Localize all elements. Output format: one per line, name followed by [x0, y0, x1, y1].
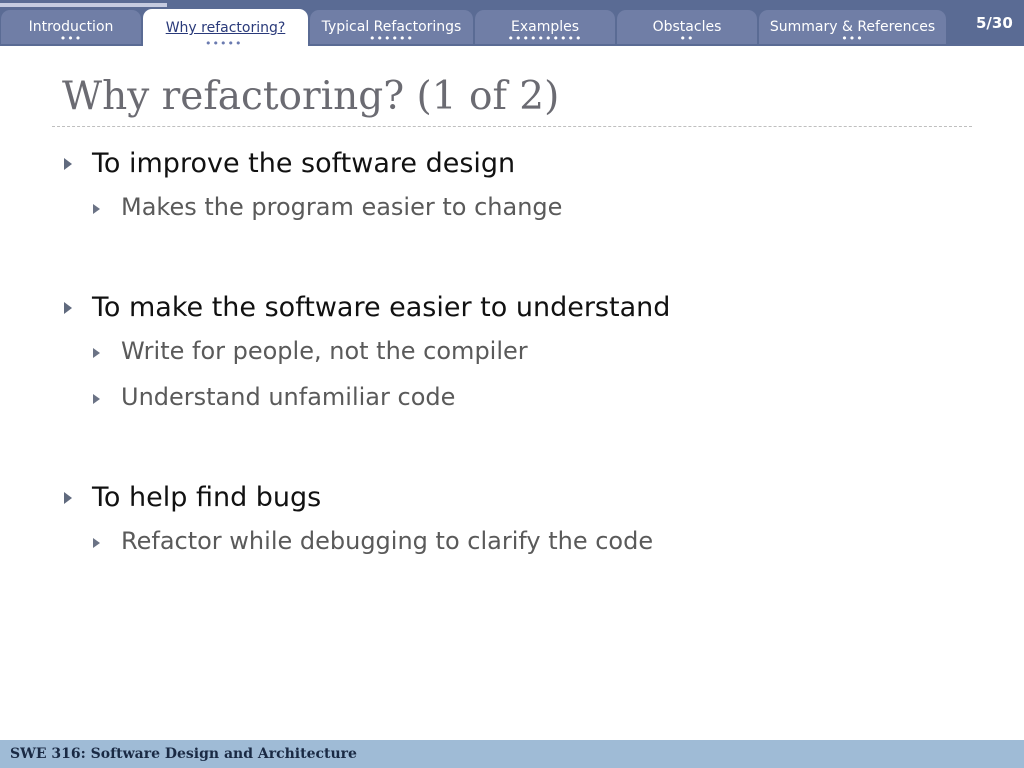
- bullet-arrow-icon: [93, 204, 100, 214]
- sub-bullet-text: Understand unfamiliar code: [121, 383, 456, 411]
- bullet-text: To help find bugs: [92, 482, 322, 513]
- title-divider: [52, 126, 972, 127]
- bullet-arrow-icon: [93, 394, 100, 404]
- page-indicator: 5/30: [976, 14, 1013, 32]
- sub-bullet-item: Write for people, not the compiler: [62, 334, 982, 380]
- sub-bullet-text: Makes the program easier to change: [121, 193, 563, 221]
- sub-bullet-text: Write for people, not the compiler: [121, 337, 528, 365]
- tab-progress-dots[interactable]: ••: [617, 33, 757, 44]
- bullet-item: To help find bugs: [62, 480, 982, 524]
- slide-title: Why refactoring? (1 of 2): [62, 74, 560, 119]
- bullet-item: To make the software easier to understan…: [62, 290, 982, 334]
- tab-label: Why refactoring?: [165, 20, 286, 36]
- sub-bullet-item: Refactor while debugging to clarify the …: [62, 524, 982, 570]
- tab-obstacles[interactable]: Obstacles ••: [617, 10, 757, 44]
- bullet-text: To improve the software design: [92, 148, 516, 179]
- tab-examples[interactable]: Examples ••••••••••: [475, 10, 615, 44]
- bullet-arrow-icon: [64, 302, 72, 314]
- bullet-arrow-icon: [64, 492, 72, 504]
- tab-progress-dots[interactable]: ••••••: [310, 33, 473, 44]
- section-navigation-bar: Introduction ••• Why refactoring? ••••• …: [0, 0, 1024, 49]
- progress-fill: [0, 3, 167, 7]
- bullet-arrow-icon: [64, 158, 72, 170]
- bullet-list: To improve the software design Makes the…: [62, 146, 982, 570]
- bullet-text: To make the software easier to understan…: [92, 292, 671, 323]
- sub-bullet-item: Makes the program easier to change: [62, 190, 982, 236]
- tab-introduction[interactable]: Introduction •••: [1, 10, 141, 44]
- bullet-arrow-icon: [93, 538, 100, 548]
- sub-bullet-text: Refactor while debugging to clarify the …: [121, 527, 654, 555]
- progress-track: [0, 0, 1024, 7]
- tab-why-refactoring[interactable]: Why refactoring? •••••: [143, 9, 308, 49]
- tab-progress-dots[interactable]: •••: [1, 33, 141, 44]
- tab-typical-refactorings[interactable]: Typical Refactorings ••••••: [310, 10, 473, 44]
- tab-progress-dots[interactable]: •••••: [205, 38, 308, 49]
- tab-progress-dots[interactable]: ••••••••••: [475, 33, 615, 44]
- tab-progress-dots[interactable]: •••: [759, 33, 946, 44]
- course-name: SWE 316: Software Design and Architectur…: [10, 746, 357, 762]
- tab-summary-references[interactable]: Summary & References •••: [759, 10, 946, 44]
- bullet-item: To improve the software design: [62, 146, 982, 190]
- bullet-arrow-icon: [93, 348, 100, 358]
- sub-bullet-item: Understand unfamiliar code: [62, 380, 982, 426]
- slide-footer: SWE 316: Software Design and Architectur…: [0, 740, 1024, 768]
